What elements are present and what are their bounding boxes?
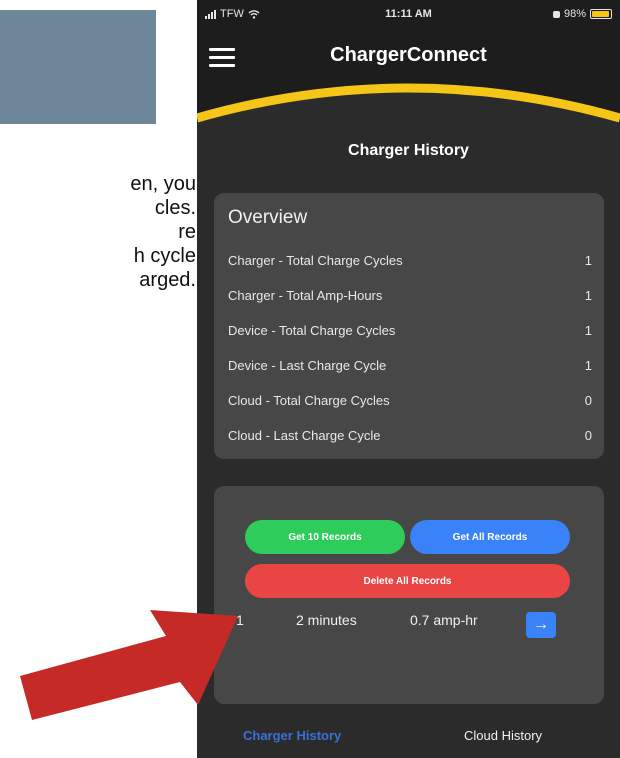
overview-row: Charger - Total Charge Cycles 1 — [228, 253, 592, 273]
slide-header-box — [0, 10, 156, 124]
overview-row-label: Cloud - Total Charge Cycles — [228, 393, 390, 408]
app-header: ChargerConnect — [197, 30, 620, 140]
tab-charger-history[interactable]: Charger History — [243, 728, 341, 743]
overview-card: Overview Charger - Total Charge Cycles 1… — [214, 193, 604, 459]
overview-row-value: 0 — [584, 428, 592, 443]
record-details-button[interactable]: → — [526, 612, 556, 638]
get-all-records-button[interactable]: Get All Records — [410, 520, 570, 554]
slide-text-line: h cycle — [133, 245, 196, 267]
overview-row: Cloud - Last Charge Cycle 0 — [228, 428, 592, 448]
slide-text-line: re — [178, 221, 196, 243]
tab-cloud-history[interactable]: Cloud History — [464, 728, 542, 743]
phone-screen: TFW 11:11 AM 98% ChargerConnect Charger … — [197, 0, 620, 758]
slide-text-line: arged. — [139, 269, 196, 291]
overview-row: Cloud - Total Charge Cycles 0 — [228, 393, 592, 413]
rotation-lock-icon — [552, 10, 560, 18]
overview-row: Charger - Total Amp-Hours 1 — [228, 288, 592, 308]
status-right: 98% — [552, 8, 612, 20]
overview-row-value: 1 — [584, 288, 592, 303]
bottom-tab-bar: Charger History Cloud History — [197, 712, 620, 758]
overview-row-value: 1 — [584, 323, 592, 338]
status-bar: TFW 11:11 AM 98% — [197, 0, 620, 30]
slide-text-line: en, you — [130, 173, 196, 195]
record-duration: 2 minutes — [296, 612, 357, 628]
app-title: ChargerConnect — [330, 44, 487, 66]
overview-row: Device - Total Charge Cycles 1 — [228, 323, 592, 343]
overview-title: Overview — [228, 207, 308, 228]
get-10-records-button[interactable]: Get 10 Records — [245, 520, 405, 554]
battery-percent: 98% — [563, 8, 586, 20]
header-swoosh — [197, 83, 620, 140]
arrow-right-icon: → — [533, 616, 549, 633]
overview-row-value: 1 — [584, 358, 592, 373]
overview-row: Device - Last Charge Cycle 1 — [228, 358, 592, 378]
page-title: Charger History — [348, 142, 469, 159]
records-card: Get 10 Records Get All Records Delete Al… — [214, 486, 604, 704]
overview-row-label: Cloud - Last Charge Cycle — [228, 428, 381, 443]
record-index: 1 — [236, 612, 244, 628]
overview-row-label: Charger - Total Charge Cycles — [228, 253, 403, 268]
slide-text-line: cles. — [154, 197, 196, 219]
overview-row-label: Device - Total Charge Cycles — [228, 323, 396, 338]
slide-body-text: en, you cles. re h cycle arged. — [0, 172, 196, 292]
battery-icon — [590, 9, 612, 19]
overview-row-label: Device - Last Charge Cycle — [228, 358, 387, 373]
overview-row-label: Charger - Total Amp-Hours — [228, 288, 383, 303]
overview-row-value: 1 — [584, 253, 592, 268]
delete-all-records-button[interactable]: Delete All Records — [245, 564, 570, 598]
record-amp-hours: 0.7 amp-hr — [410, 612, 478, 628]
overview-row-value: 0 — [584, 393, 592, 408]
